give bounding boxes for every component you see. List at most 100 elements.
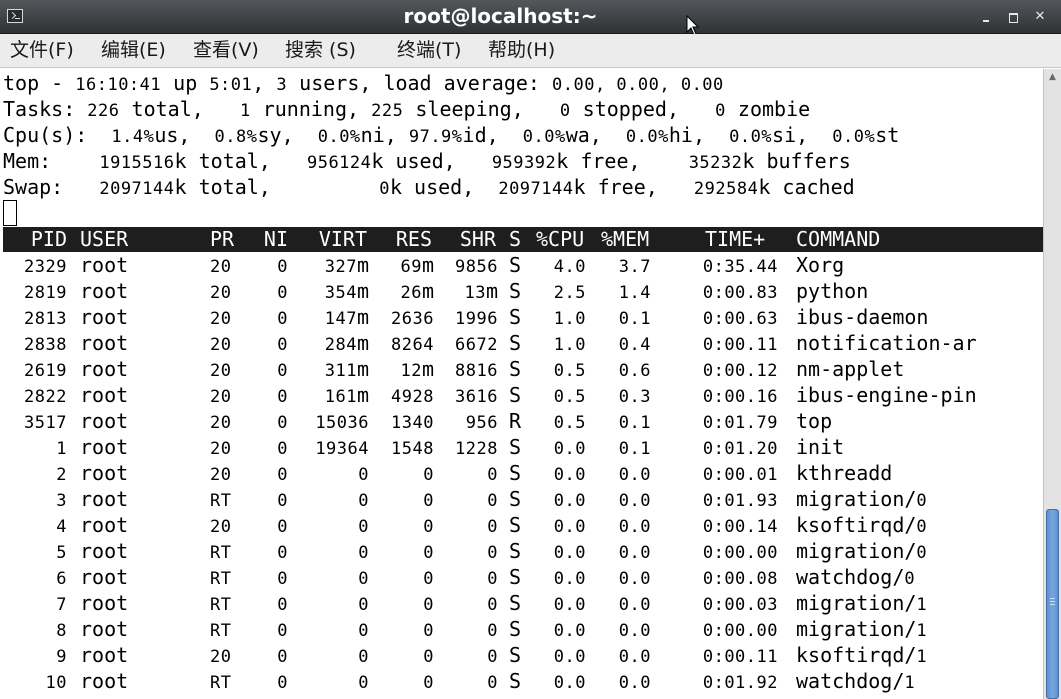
cell-shr: 9856 xyxy=(435,252,498,278)
scroll-grip-icon xyxy=(1050,598,1055,605)
cell-virt-unit: m xyxy=(356,279,369,303)
cell-res-value: 8264 xyxy=(391,335,434,355)
cell-virt-value: 19364 xyxy=(315,439,369,459)
cell-mem-value: 0.1 xyxy=(618,439,651,459)
terminal-output[interactable]: top - 16:10:41 up 5:01, 3 users, load av… xyxy=(0,69,1043,699)
cell-user-value: root xyxy=(80,253,129,277)
cpu-wa-label: wa, xyxy=(565,123,614,147)
table-row: 2619 root 20 0 311m 12m 8816 S 0.5 0.6 0:00.12 nm-a… xyxy=(3,356,1043,382)
cell-res: 4928 xyxy=(371,382,434,408)
mem-free-label: k free, xyxy=(556,149,653,173)
cell-cpu-value: 1.0 xyxy=(553,335,586,355)
cell-res: 12m xyxy=(371,356,434,382)
col-ni[interactable]: NI xyxy=(251,227,288,253)
scroll-up-arrow-icon[interactable]: ▲ xyxy=(1044,69,1061,85)
cell-ni: 0 xyxy=(251,382,288,408)
tasks-label: Tasks: xyxy=(3,97,88,121)
cell-mem: 0.0 xyxy=(601,486,651,512)
cell-pr-value: 20 xyxy=(210,517,232,537)
cell-res: 0 xyxy=(371,564,434,590)
cell-shr: 0 xyxy=(435,668,498,694)
cell-command-value: migration/ xyxy=(796,591,917,615)
cell-pid-value: 2838 xyxy=(24,335,67,355)
uptime-value: 5:01 xyxy=(209,75,253,95)
cell-s-value: S xyxy=(509,591,522,615)
col-user[interactable]: USER xyxy=(80,227,160,253)
col-time[interactable]: TIME+ xyxy=(705,227,777,253)
close-icon[interactable]: ✕ xyxy=(1029,7,1051,27)
cell-virt: 147m xyxy=(299,304,369,330)
cell-ni-value: 0 xyxy=(277,621,288,641)
cell-user-value: root xyxy=(80,357,129,381)
cell-user: root xyxy=(80,278,160,304)
menu-search[interactable]: 搜索 (S) xyxy=(285,34,356,68)
col-s[interactable]: S xyxy=(509,227,525,253)
col-shr[interactable]: SHR xyxy=(435,227,496,253)
cell-shr: 1996 xyxy=(435,304,498,330)
cell-command-value: migration/ xyxy=(796,487,917,511)
scroll-thumb[interactable] xyxy=(1046,509,1059,699)
cell-virt-unit: m xyxy=(356,357,369,381)
cell-pid: 1 xyxy=(3,434,67,460)
cell-mem: 0.0 xyxy=(601,460,651,486)
cell-user: root xyxy=(80,408,160,434)
cell-res: 2636 xyxy=(371,304,434,330)
cell-pid: 8 xyxy=(3,616,67,642)
col-virt[interactable]: VIRT xyxy=(303,227,367,253)
cell-cpu: 0.5 xyxy=(536,408,586,434)
cell-command-cpu-index: 1 xyxy=(916,621,928,641)
cell-pr-value: 20 xyxy=(210,335,232,355)
cell-mem-value: 0.0 xyxy=(618,517,651,537)
col-res[interactable]: RES xyxy=(371,227,432,253)
vertical-scrollbar[interactable]: ▲ xyxy=(1043,69,1061,699)
cell-s: S xyxy=(509,538,525,564)
cell-mem: 0.4 xyxy=(601,330,651,356)
cell-shr: 1228 xyxy=(435,434,498,460)
cell-res-value: 0 xyxy=(423,621,434,641)
cell-s: S xyxy=(509,434,525,460)
menu-help[interactable]: 帮助(H) xyxy=(488,34,555,68)
col-pid[interactable]: PID xyxy=(3,227,67,253)
cell-s-value: S xyxy=(509,669,522,693)
cell-pr: 20 xyxy=(210,330,250,356)
cell-command: python xyxy=(796,278,1041,304)
cell-cpu-value: 0.0 xyxy=(553,569,586,589)
maximize-icon[interactable] xyxy=(1002,7,1024,27)
cell-res: 0 xyxy=(371,642,434,668)
cell-res: 0 xyxy=(371,460,434,486)
swap-free-label: k free, xyxy=(573,175,670,199)
cell-ni-value: 0 xyxy=(277,309,288,329)
cell-command-cpu-index: 0 xyxy=(916,491,928,511)
cell-virt-value: 284 xyxy=(324,335,357,355)
cell-mem: 0.3 xyxy=(601,382,651,408)
cell-ni-value: 0 xyxy=(277,673,288,693)
menu-view[interactable]: 查看(V) xyxy=(193,34,259,68)
cell-ni: 0 xyxy=(251,356,288,382)
menu-edit[interactable]: 编辑(E) xyxy=(101,34,166,68)
menu-file[interactable]: 文件(F) xyxy=(10,34,74,68)
cell-res-value: 0 xyxy=(423,517,434,537)
minimize-icon[interactable] xyxy=(975,7,997,27)
cell-s-value: S xyxy=(509,331,522,355)
cell-res: 1548 xyxy=(371,434,434,460)
menu-terminal[interactable]: 终端(T) xyxy=(397,34,461,68)
mem-label: Mem: xyxy=(3,149,64,173)
col-cpu[interactable]: %CPU xyxy=(536,227,596,253)
col-mem[interactable]: %MEM xyxy=(601,227,661,253)
cell-shr: 0 xyxy=(435,616,498,642)
cell-command-value: nm-applet xyxy=(796,357,905,381)
cell-shr-value: 1996 xyxy=(455,309,498,329)
cell-cpu: 0.0 xyxy=(536,460,586,486)
cell-shr: 0 xyxy=(435,590,498,616)
swap-used-label: k used, xyxy=(389,175,487,199)
window-title: root@localhost:~ xyxy=(403,4,598,28)
col-command[interactable]: COMMAND xyxy=(796,227,916,253)
cell-pr: 20 xyxy=(210,642,250,668)
mem-total: 1915516 xyxy=(99,153,175,173)
cell-user-value: root xyxy=(80,591,129,615)
cell-command-cpu-index: 0 xyxy=(916,517,928,537)
cell-command: watchdog/1 xyxy=(796,668,1041,694)
title-bar[interactable]: root@localhost:~ ✕ xyxy=(0,0,1061,34)
current-time: 16:10:41 xyxy=(75,75,162,95)
col-pr[interactable]: PR xyxy=(210,227,250,253)
